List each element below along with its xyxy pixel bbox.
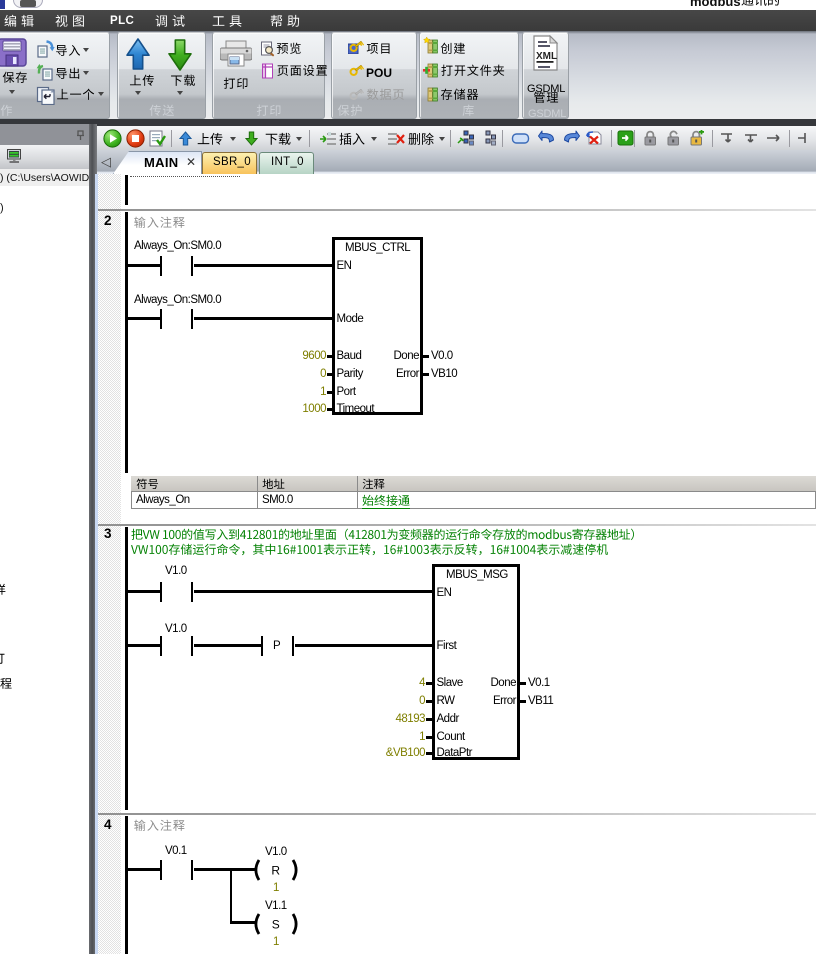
svg-text:XML: XML [536, 51, 557, 62]
svg-text:S: S [272, 917, 281, 931]
svg-text:R: R [271, 863, 280, 877]
